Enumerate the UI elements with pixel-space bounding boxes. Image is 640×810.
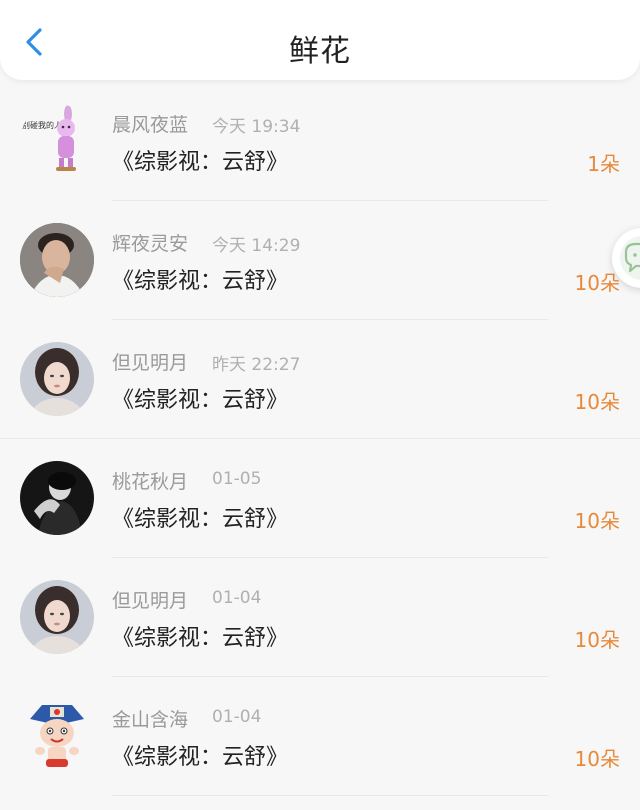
list-item[interactable]: 金山含海 01-04 《综影视：云舒》 10朵	[0, 677, 640, 796]
flower-count: 10朵	[574, 628, 620, 652]
flower-count: 10朵	[574, 747, 620, 771]
book-title: 《综影视：云舒》	[112, 269, 289, 294]
woman-portrait-avatar-icon	[20, 580, 94, 654]
list-item[interactable]: 但见明月 01-04 《综影视：云舒》 10朵	[0, 558, 640, 677]
avatar	[20, 461, 94, 535]
divider	[112, 795, 548, 796]
send-time: 今天 19:34	[212, 117, 301, 137]
avatar	[20, 223, 94, 297]
book-title: 《综影视：云舒》	[112, 507, 289, 532]
send-time: 01-05	[212, 469, 262, 489]
flower-count: 10朵	[574, 509, 620, 533]
send-time: 01-04	[212, 707, 262, 727]
list-item[interactable]: 但见明月 昨天 22:27 《综影视：云舒》 10朵	[0, 320, 640, 439]
sender-name: 但见明月	[112, 590, 189, 612]
floating-chat-button[interactable]	[612, 228, 640, 288]
send-time: 今天 14:29	[212, 236, 301, 256]
list-item[interactable]: 辉夜灵安 今天 14:29 《综影视：云舒》 10朵	[0, 201, 640, 320]
send-time: 昨天 22:27	[212, 355, 301, 375]
cartoon-bunny-avatar-icon: 别碰我的人	[22, 105, 76, 171]
avatar: 别碰我的人	[20, 104, 94, 178]
list-item[interactable]: 桃花秋月 01-05 《综影视：云舒》 10朵	[0, 439, 640, 558]
sender-name: 桃花秋月	[112, 471, 189, 493]
avatar-caption: 别碰我的人	[22, 120, 62, 130]
book-title: 《综影视：云舒》	[112, 388, 289, 413]
avatar	[20, 580, 94, 654]
sender-name: 但见明月	[112, 352, 189, 374]
dark-portrait-avatar-icon	[20, 461, 94, 535]
page-title: 鲜花	[289, 34, 351, 69]
flower-count: 1朵	[587, 152, 620, 176]
avatar	[20, 699, 94, 773]
woman-portrait-avatar-icon	[20, 342, 94, 416]
top-bar: 鲜花	[0, 0, 640, 80]
list-item[interactable]: 别碰我的人 晨风夜蓝 今天 19:34 《综影视：云舒》 1朵	[0, 82, 640, 201]
book-title: 《综影视：云舒》	[112, 150, 289, 175]
flower-list: 别碰我的人 晨风夜蓝 今天 19:34 《综影视：云舒》 1朵 辉夜灵安 今天 …	[0, 82, 640, 810]
sender-name: 晨风夜蓝	[112, 114, 189, 136]
cartoon-boy-avatar-icon	[30, 705, 84, 767]
book-title: 《综影视：云舒》	[112, 745, 289, 770]
send-time: 01-04	[212, 588, 262, 608]
sender-name: 辉夜灵安	[112, 233, 189, 255]
chat-icon	[620, 236, 640, 280]
man-portrait-avatar-icon	[20, 223, 94, 297]
flower-count: 10朵	[574, 390, 620, 414]
book-title: 《综影视：云舒》	[112, 626, 289, 651]
avatar	[20, 342, 94, 416]
sender-name: 金山含海	[112, 709, 189, 731]
